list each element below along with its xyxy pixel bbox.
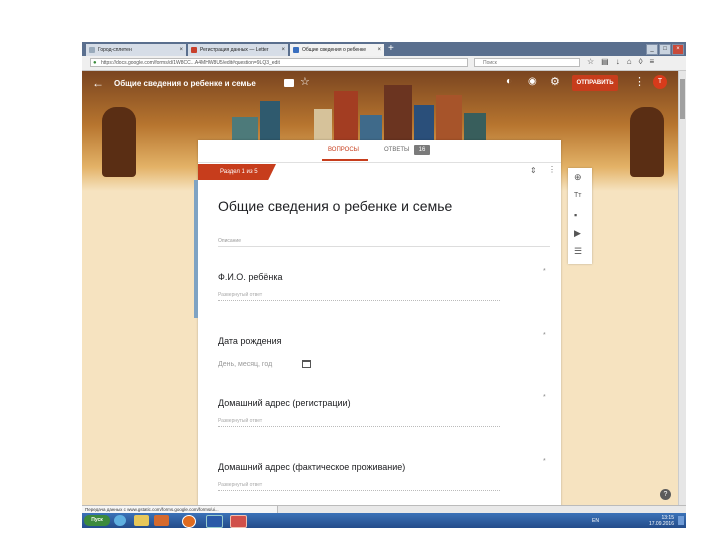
search-input[interactable]: Поиск [474,58,580,67]
browser-toolbar: ☆ ▤ ↓ ⌂ ◊ ≡ [587,57,654,66]
required-mark: * [543,268,546,275]
clock[interactable]: 13:15 17.09.2016 [649,515,674,527]
required-mark: * [543,458,546,465]
new-tab-button[interactable]: + [388,43,394,55]
close-window-button[interactable]: × [672,44,684,55]
date-placeholder: День, месяц, год [218,361,273,368]
page-icon [89,47,95,53]
scrollbar-thumb[interactable] [680,79,685,119]
section-title[interactable]: Общие сведения о ребенке и семье [218,198,452,214]
active-item-accent [194,180,198,318]
answers-count-badge: 16 [414,145,430,155]
tab-label: Регистрация данных — Letter [200,47,269,53]
more-vert-icon[interactable]: ⋮ [548,165,556,174]
language-indicator[interactable]: EN [592,518,599,524]
add-question-icon[interactable]: ⊕ [574,172,582,182]
required-mark: * [543,394,546,401]
tab-label: Город-сплетен [98,47,132,53]
minimize-button[interactable]: _ [646,44,658,55]
browser-tab-3[interactable]: Общие сведения о ребенке × [290,44,384,56]
window-controls: _ □ × [646,44,684,55]
library-icon[interactable]: ▤ [601,57,609,66]
answer-placeholder: Развернутый ответ [218,482,500,491]
tab-label: Общие сведения о ребенке [302,47,366,53]
question-title[interactable]: Домашний адрес (регистрации) [218,398,351,408]
close-icon[interactable]: × [281,44,285,56]
form-header-bar: ← Общие сведения о ребенке и семье ☆ ◐ ◉… [82,71,686,97]
pocket-icon[interactable]: ◊ [639,57,643,66]
send-button[interactable]: ОТПРАВИТЬ [572,75,618,91]
answer-placeholder: Развернутый ответ [218,292,500,301]
download-icon[interactable]: ↓ [616,57,620,66]
address-bar[interactable]: ● https://docs.google.com/forms/d/1W8CC.… [90,58,468,67]
screen: Город-сплетен × Регистрация данных — Let… [82,42,686,528]
show-desktop-button[interactable] [678,516,684,525]
palette-icon[interactable]: ◐ [506,76,512,87]
close-icon[interactable]: × [377,44,381,56]
folder-icon[interactable] [284,79,294,87]
word-icon[interactable] [206,515,223,528]
decor-pillar [630,107,664,177]
search-placeholder: Поиск [483,60,497,66]
hamburger-menu-icon[interactable]: ≡ [650,57,655,66]
settings-gear-icon[interactable]: ⚙ [550,75,560,88]
system-tray: EN 13:15 17.09.2016 [588,514,684,527]
os-taskbar: Пуск EN 13:15 17.09.2016 [82,513,686,528]
add-image-icon[interactable]: ▪ [574,210,577,220]
required-mark: * [543,332,546,339]
browser-tab-2[interactable]: Регистрация данных — Letter × [188,44,288,56]
media-player-icon[interactable] [154,515,169,526]
browser-nav-bar: ● https://docs.google.com/forms/d/1W8CC.… [82,56,686,71]
page-icon [293,47,299,53]
help-icon[interactable]: ? [660,489,671,500]
close-icon[interactable]: × [179,44,183,56]
home-icon[interactable]: ⌂ [627,57,632,66]
add-section-icon[interactable]: ☰ [574,246,582,256]
browser-tab-bar: Город-сплетен × Регистрация данных — Let… [82,42,686,56]
bookmark-star-icon[interactable]: ☆ [587,57,594,66]
collapse-icon[interactable]: ⇕ [530,166,537,175]
clock-date: 17.09.2016 [648,521,674,527]
maximize-button[interactable]: □ [659,44,671,55]
page-icon [191,47,197,53]
form-side-toolbar: ⊕ Tт ▪ ▶ ☰ [568,168,592,264]
browser-status-bar: Передача данных с www.gstatic.com/forms.… [82,505,686,514]
decor-pillar [102,107,136,177]
question-title[interactable]: Ф.И.О. ребёнка [218,272,283,282]
start-button[interactable]: Пуск [84,515,110,526]
calendar-icon [302,360,311,368]
more-vert-icon[interactable]: ⋮ [634,75,645,88]
back-arrow-icon[interactable]: ← [92,76,104,90]
question-title[interactable]: Дата рождения [218,336,282,346]
form-tabs: ВОПРОСЫ ОТВЕТЫ 16 [198,140,561,163]
preview-eye-icon[interactable]: ◉ [528,76,537,87]
page-scrollbar[interactable] [678,71,686,505]
star-icon[interactable]: ☆ [300,75,310,88]
tab-answers[interactable]: ОТВЕТЫ [384,147,409,153]
question-title[interactable]: Домашний адрес (фактическое проживание) [218,462,405,472]
section-label: Раздел 1 из 5 [198,164,276,180]
form-card: ВОПРОСЫ ОТВЕТЫ 16 Раздел 1 из 5 ⇕ ⋮ Общи… [194,140,561,510]
add-video-icon[interactable]: ▶ [574,228,581,238]
browser-tab-1[interactable]: Город-сплетен × [86,44,186,56]
tab-questions[interactable]: ВОПРОСЫ [328,147,359,153]
firefox-icon[interactable] [182,515,196,528]
form-title[interactable]: Общие сведения о ребенке и семье [114,79,256,88]
lock-icon: ● [93,60,97,66]
add-title-icon[interactable]: Tт [574,191,581,201]
avatar[interactable]: Т [653,75,667,89]
answer-placeholder: Развернутый ответ [218,418,500,427]
explorer-folder-icon[interactable] [134,515,149,526]
presentation-icon[interactable] [230,515,247,528]
ie-icon[interactable] [114,515,126,526]
url-text: https://docs.google.com/forms/d/1W8CC...… [101,60,280,66]
active-tab-indicator [322,159,368,161]
description-field[interactable]: Описание [218,238,550,247]
